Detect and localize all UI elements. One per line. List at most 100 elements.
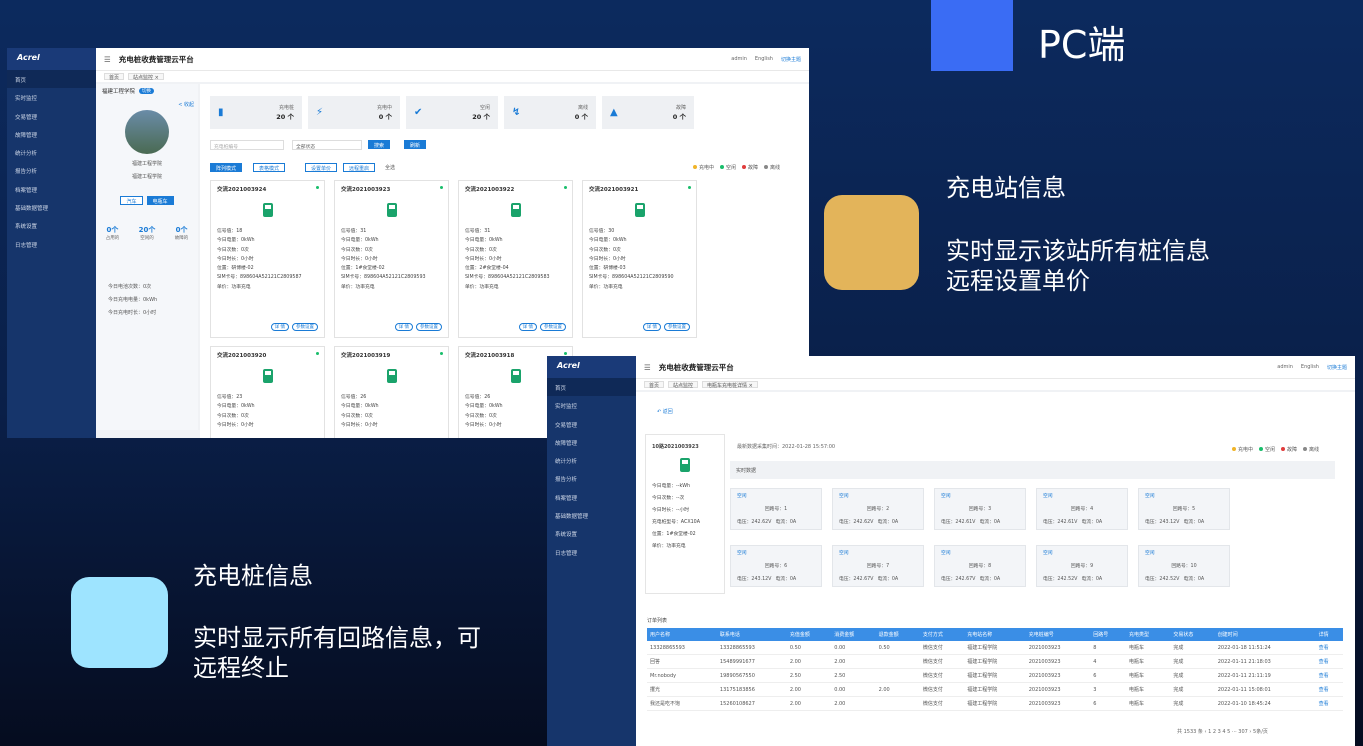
view-link[interactable]: 查看 [1315, 696, 1343, 711]
pagination[interactable]: 共 1533 条 ‹ 1 2 3 4 5 ··· 307 › 5条/页 [1177, 728, 1268, 735]
sidebar-item[interactable]: 统计分析 [7, 143, 96, 161]
pile-card[interactable]: 交流2021003922 信号值：31 今日电量：0kWh 今日次数：0次 今日时长：0… [458, 180, 573, 338]
sidebar-item[interactable]: 交易管理 [547, 415, 636, 433]
pile-card-dur: 今日时长：0小时 [465, 256, 502, 262]
sidebar-item[interactable]: 故障管理 [7, 125, 96, 143]
refresh-button[interactable]: 刷新 [404, 140, 427, 149]
switch-button[interactable]: 切换 [139, 88, 155, 94]
loop-card[interactable]: 空闲 回路号：7 电压：242.67V 电流：0A [832, 545, 924, 587]
sidebar-item[interactable]: 故障管理 [547, 433, 636, 451]
sidebar-item[interactable]: 日志管理 [7, 235, 96, 253]
status-select[interactable]: 全部状态 [292, 140, 362, 150]
loop-card[interactable]: 空闲 回路号：1 电压：242.62V 电流：0A [730, 488, 822, 530]
loop-card[interactable]: 空闲 回路号：9 电压：242.52V 电流：0A [1036, 545, 1128, 587]
pc-title: PC端 [1038, 23, 1126, 67]
loop-card[interactable]: 空闲 回路号：6 电压：243.12V 电流：0A [730, 545, 822, 587]
remote-restart-button[interactable]: 远程重启 [343, 163, 376, 172]
stat-card: ⚡ 充电中 0 个 [308, 96, 400, 129]
pile-card[interactable]: 交流2021003920 信号值：23 今日电量：0kWh 今日次数：0次 今日时长：0… [210, 346, 325, 438]
loop-number: 回路号：1 [764, 507, 788, 512]
today-stats: 今日电池次数：0次 今日充电电量：0kWh 今日充电时长：0小时 [96, 281, 198, 320]
count-value: 0个 [175, 226, 188, 234]
admin-link[interactable]: admin [1277, 364, 1293, 371]
sidebar-item[interactable]: 基础数据管理 [547, 506, 636, 524]
param-button[interactable]: 参数设置 [416, 323, 442, 331]
sidebar-item[interactable]: 系统设置 [547, 524, 636, 542]
array-mode-button[interactable]: 阵列模式 [210, 163, 243, 172]
stat-label: 故障 [675, 105, 686, 111]
stat-value: 0 个 [574, 113, 588, 121]
tab-station[interactable]: 站点监控 [668, 381, 699, 389]
sidebar-item[interactable]: 档案管理 [7, 180, 96, 198]
pile-card[interactable]: 交流2021003919 信号值：26 今日电量：0kWh 今日次数：0次 今日时长：0… [334, 346, 449, 438]
detail-button[interactable]: 详 情 [642, 323, 661, 331]
theme-link[interactable]: 切换主题 [781, 56, 801, 63]
sidebar-item[interactable]: 实时监控 [547, 396, 636, 414]
column-header: 回路号 [1090, 628, 1127, 641]
loop-current: 电流：0A [1183, 577, 1205, 582]
tab-station[interactable]: 站点监控 × [128, 73, 164, 81]
menu-icon[interactable]: ☰ [644, 363, 651, 372]
sidebar-item[interactable]: 首页 [547, 378, 636, 397]
menu-icon[interactable]: ☰ [104, 55, 111, 64]
sidebar-item[interactable]: 交易管理 [7, 107, 96, 125]
pile-card[interactable]: 交流2021003923 信号值：31 今日电量：0kWh 今日次数：0次 今日时长：0… [334, 180, 449, 338]
view-link[interactable]: 查看 [1315, 641, 1343, 655]
admin-link[interactable]: admin [731, 56, 747, 63]
pile-card[interactable]: 交流2021003921 信号值：30 今日电量：0kWh 今日次数：0次 今日时长：0… [582, 180, 697, 338]
loop-number: 回路号：3 [968, 507, 992, 512]
theme-link[interactable]: 切换主题 [1327, 364, 1347, 371]
detail-button[interactable]: 详 情 [394, 323, 413, 331]
view-link[interactable]: 查看 [1315, 682, 1343, 697]
table-cell: 2021003923 [1025, 682, 1091, 697]
sidebar-item[interactable]: 日志管理 [547, 543, 636, 561]
sidebar-item[interactable]: 基础数据管理 [7, 198, 96, 216]
sidebar-item[interactable]: 实时监控 [7, 88, 96, 106]
tab-home[interactable]: 首页 [644, 381, 665, 389]
set-price-button[interactable]: 设置单价 [305, 163, 338, 172]
collapse-link[interactable]: < 收起 [178, 101, 194, 108]
loop-card[interactable]: 空闲 回路号：10 电压：242.52V 电流：0A [1138, 545, 1230, 587]
view-link[interactable]: 查看 [1315, 668, 1343, 683]
sidebar-item[interactable]: 首页 [7, 70, 96, 89]
search-button[interactable]: 搜索 [368, 140, 391, 149]
station-info-line1: 实时显示该站所有桩信息 [946, 237, 1210, 265]
tab-home[interactable]: 首页 [104, 73, 125, 81]
photo-caption: 福建工程学院 [131, 161, 162, 167]
loop-card[interactable]: 空闲 回路号：8 电压：242.67V 电流：0A [934, 545, 1026, 587]
pile-search-input[interactable]: 充电桩编号 [210, 140, 284, 150]
loop-card[interactable]: 空闲 回路号：4 电压：242.61V 电流：0A [1036, 488, 1128, 530]
car-button[interactable]: 汽车 [120, 196, 143, 205]
sidebar-item[interactable]: 档案管理 [547, 488, 636, 506]
sidebar-item[interactable]: 报告分析 [7, 161, 96, 179]
ebike-button[interactable]: 电瓶车 [146, 196, 174, 205]
table-cell: 2021003923 [1025, 654, 1091, 669]
param-button[interactable]: 参数设置 [540, 323, 566, 331]
loop-card[interactable]: 空闲 回路号：3 电压：242.61V 电流：0A [934, 488, 1026, 530]
loop-card[interactable]: 空闲 回路号：2 电压：242.62V 电流：0A [832, 488, 924, 530]
tab-pile-detail[interactable]: 电瓶车充电桩详情 × [702, 381, 758, 389]
status-legend: 充电中 空闲 故障 离线 [693, 164, 780, 171]
column-header: 创建时间 [1214, 628, 1316, 641]
pile-card[interactable]: 交流2021003924 信号值：18 今日电量：0kWh 今日次数：0次 今日时长：0… [210, 180, 325, 338]
column-header: 充值金额 [786, 628, 832, 641]
table-mode-button[interactable]: 表格模式 [253, 163, 286, 172]
param-button[interactable]: 参数设置 [292, 323, 318, 331]
lang-link[interactable]: English [755, 56, 773, 63]
back-link[interactable]: ↶ 返回 [657, 408, 673, 415]
sidebar-item[interactable]: 报告分析 [547, 469, 636, 487]
sidebar-item[interactable]: 统计分析 [547, 451, 636, 469]
lang-link[interactable]: English [1301, 364, 1319, 371]
select-all-checkbox[interactable]: 全选 [385, 164, 395, 171]
detail-button[interactable]: 详 情 [270, 323, 289, 331]
pile-card-id: 交流2021003923 [341, 187, 391, 193]
pile-image [217, 363, 318, 389]
view-link[interactable]: 查看 [1315, 654, 1343, 669]
table-cell: 6 [1090, 696, 1127, 711]
table-cell: Mr.nobody [647, 668, 717, 683]
loop-card[interactable]: 空闲 回路号：5 电压：243.12V 电流：0A [1138, 488, 1230, 530]
pile-info-line: 今日时长：--小时 [652, 508, 690, 513]
detail-button[interactable]: 详 情 [518, 323, 537, 331]
sidebar-item[interactable]: 系统设置 [7, 216, 96, 234]
param-button[interactable]: 参数设置 [664, 323, 690, 331]
